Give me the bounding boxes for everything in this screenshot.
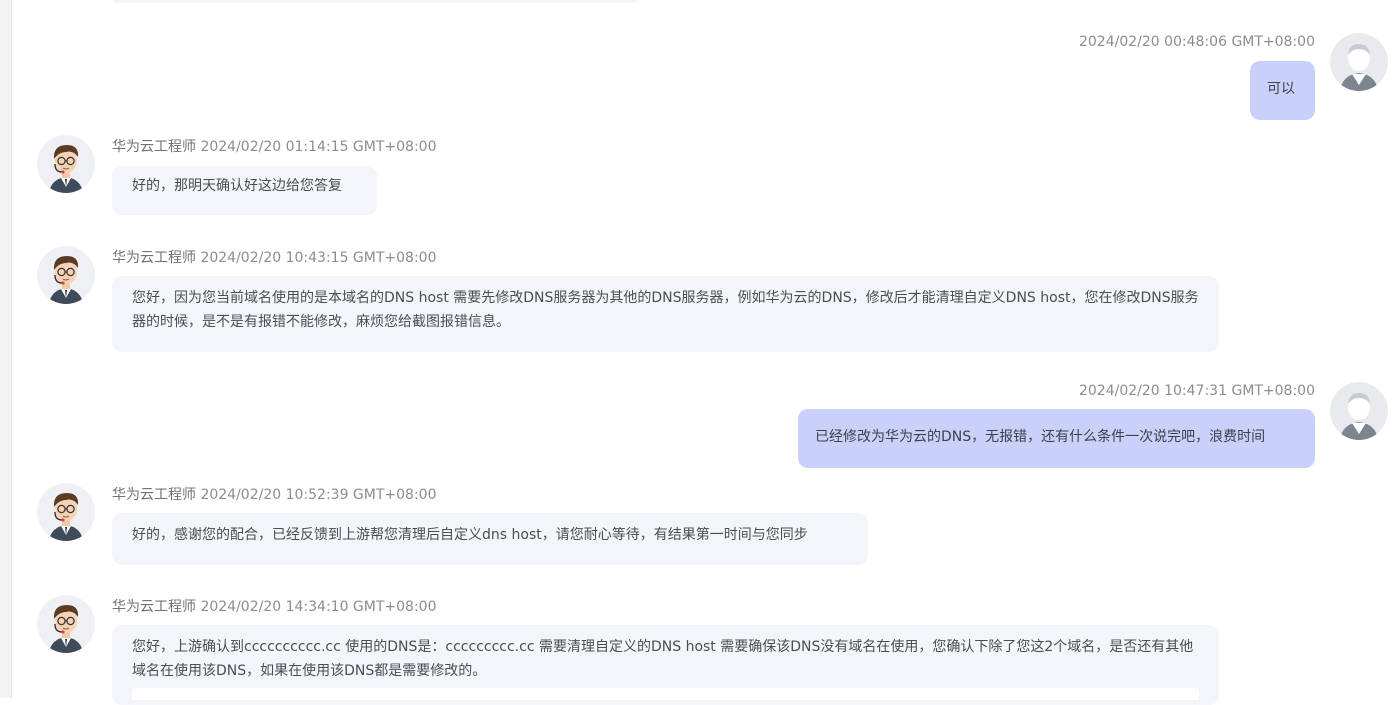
engineer-message-bubble: 好的，那明天确认好这边给您答复 bbox=[112, 166, 377, 215]
message-timestamp: 2024/02/20 00:48:06 GMT+08:00 bbox=[1078, 34, 1315, 50]
message-timestamp: 2024/02/20 01:14:15 GMT+08:00 bbox=[200, 139, 437, 155]
sender-name: 华为云工程师 bbox=[112, 487, 196, 503]
engineer-avatar-icon bbox=[37, 246, 95, 304]
attachment-preview[interactable] bbox=[132, 688, 1199, 700]
message-timestamp: 2024/02/20 10:43:15 GMT+08:00 bbox=[200, 250, 437, 266]
left-rail bbox=[0, 0, 12, 698]
user-avatar-icon bbox=[1330, 33, 1388, 91]
message-timestamp: 2024/02/20 14:34:10 GMT+08:00 bbox=[200, 599, 437, 615]
engineer-message-bubble: 您好，因为您当前域名使用的是本域名的DNS host 需要先修改DNS服务器为其… bbox=[112, 276, 1219, 352]
previous-message-bubble bbox=[112, 0, 638, 3]
engineer-avatar-icon bbox=[37, 595, 95, 653]
message-meta: 华为云工程师 2024/02/20 10:43:15 GMT+08:00 bbox=[112, 247, 436, 267]
message-meta: 华为云工程师 2024/02/20 01:14:15 GMT+08:00 bbox=[112, 136, 436, 156]
user-avatar-icon bbox=[1330, 382, 1388, 440]
message-meta: 华为云工程师 2024/02/20 10:52:39 GMT+08:00 bbox=[112, 484, 436, 504]
sender-name: 华为云工程师 bbox=[112, 250, 196, 266]
engineer-avatar-icon bbox=[37, 135, 95, 193]
engineer-message-bubble: 好的，感谢您的配合，已经反馈到上游帮您清理后自定义dns host，请您耐心等待… bbox=[112, 513, 868, 565]
sender-name: 华为云工程师 bbox=[112, 599, 196, 615]
message-timestamp: 2024/02/20 10:52:39 GMT+08:00 bbox=[200, 487, 437, 503]
message-meta: 华为云工程师 2024/02/20 14:34:10 GMT+08:00 bbox=[112, 596, 436, 616]
user-message-bubble: 已经修改为华为云的DNS，无报错，还有什么条件一次说完吧，浪费时间 bbox=[798, 409, 1315, 468]
sender-name: 华为云工程师 bbox=[112, 139, 196, 155]
user-message-bubble: 可以 bbox=[1250, 61, 1315, 120]
message-timestamp: 2024/02/20 10:47:31 GMT+08:00 bbox=[1078, 383, 1315, 399]
engineer-avatar-icon bbox=[37, 483, 95, 541]
